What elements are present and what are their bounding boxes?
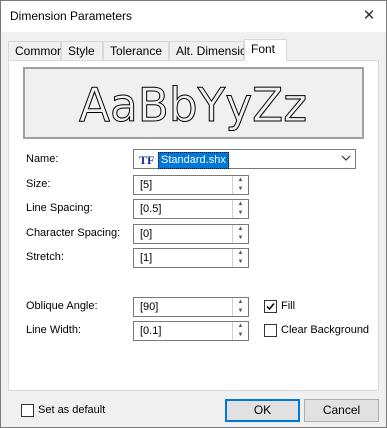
spin-up-icon[interactable]: ▲ [233,200,248,209]
spin-up-icon[interactable]: ▲ [233,176,248,185]
spin-up-icon[interactable]: ▲ [233,249,248,258]
title-bar: Dimension Parameters ✕ [1,1,386,32]
spin-down-icon[interactable]: ▼ [233,331,248,340]
close-icon[interactable]: ✕ [358,5,380,27]
preview-text: AaBbYyZz [79,78,308,133]
font-name-combo[interactable]: TF Standard.shx [133,149,356,169]
spin-down-icon[interactable]: ▼ [233,209,248,218]
size-value: [5] [140,179,153,191]
line-spacing-label: Line Spacing: [26,202,93,214]
font-name-value: Standard.shx [158,152,229,169]
spin-down-icon[interactable]: ▼ [233,307,248,316]
stretch-spinbox[interactable]: [1] ▲ ▼ [133,248,249,268]
spin-down-icon[interactable]: ▼ [233,234,248,243]
stretch-value: [1] [140,252,153,264]
spin-up-icon[interactable]: ▲ [233,298,248,307]
tab-style[interactable]: Style [61,41,103,60]
tab-font[interactable]: Font [244,39,287,61]
fill-label: Fill [281,300,296,312]
ok-button[interactable]: OK [225,399,300,422]
char-spacing-spinbox[interactable]: [0] ▲ ▼ [133,224,249,244]
line-spacing-spinbox[interactable]: [0.5] ▲ ▼ [133,199,249,219]
window-title: Dimension Parameters [10,9,133,23]
checkmark-icon [266,303,275,311]
line-spacing-value: [0.5] [140,203,162,215]
spin-down-icon[interactable]: ▼ [233,258,248,267]
clear-background-checkbox[interactable] [264,324,277,337]
font-panel: AaBbYyZz Name: TF Standard.shx Size: [5]… [8,60,379,391]
dialog-window: Dimension Parameters ✕ Common Style Tole… [0,0,387,428]
chevron-down-icon[interactable] [341,153,351,163]
clear-background-label: Clear Background [281,324,370,336]
spin-up-icon[interactable]: ▲ [233,322,248,331]
svg-text:AaBbYyZz: AaBbYyZz [79,78,307,132]
set-as-default-checkbox[interactable] [21,404,34,417]
set-as-default-label: Set as default [38,404,106,416]
size-spinbox[interactable]: [5] ▲ ▼ [133,175,249,195]
size-label: Size: [26,178,51,190]
tab-tolerance[interactable]: Tolerance [103,41,169,60]
oblique-angle-value: [90] [140,301,159,313]
oblique-angle-spinbox[interactable]: [90] ▲ ▼ [133,297,249,317]
line-width-spinbox[interactable]: [0.1] ▲ ▼ [133,321,249,341]
spin-down-icon[interactable]: ▼ [233,185,248,194]
line-width-value: [0.1] [140,325,162,337]
name-label: Name: [26,153,59,165]
char-spacing-label: Character Spacing: [26,227,121,239]
fill-checkbox[interactable] [264,300,277,313]
char-spacing-value: [0] [140,228,153,240]
oblique-angle-label: Oblique Angle: [26,300,98,312]
line-width-label: Line Width: [26,324,82,336]
spin-up-icon[interactable]: ▲ [233,225,248,234]
tab-common[interactable]: Common [8,41,64,60]
truetype-font-icon: TF [139,153,155,167]
cancel-button[interactable]: Cancel [304,399,379,422]
font-preview: AaBbYyZz [23,67,364,139]
tab-alt-dimension[interactable]: Alt. Dimension [169,41,253,60]
stretch-label: Stretch: [26,251,64,263]
